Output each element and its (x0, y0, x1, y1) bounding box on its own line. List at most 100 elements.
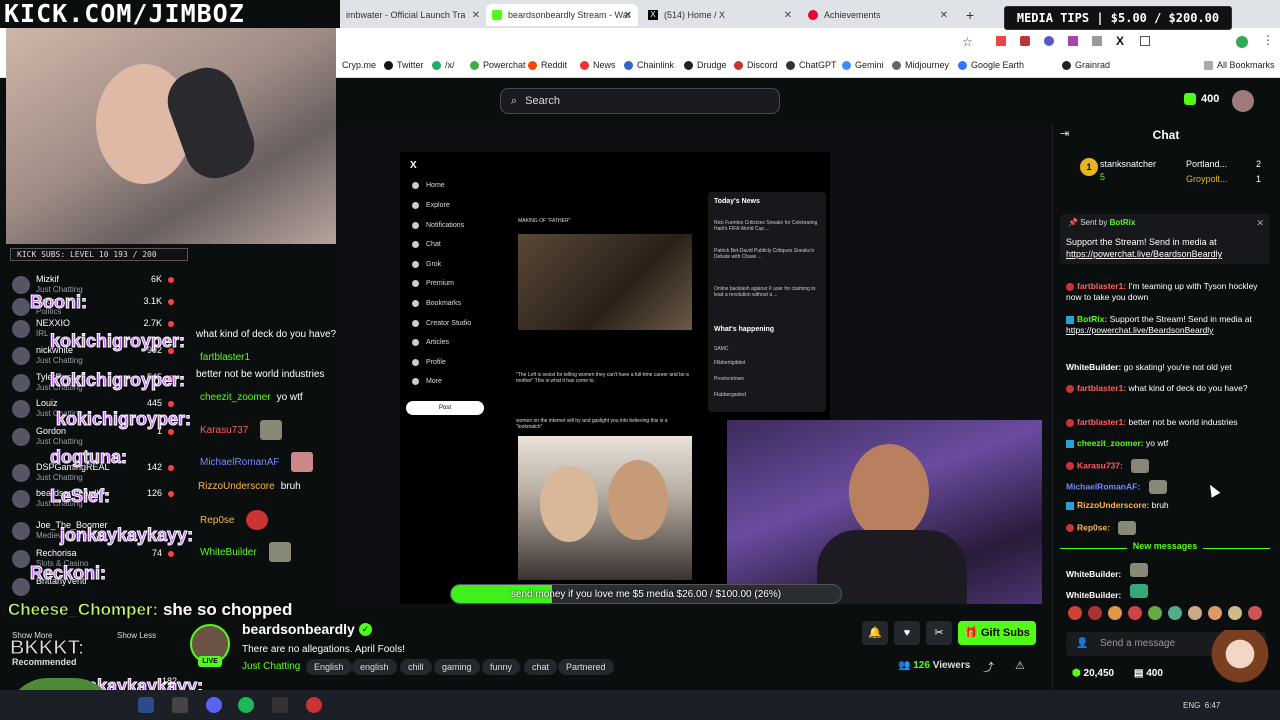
credits-badge[interactable]: 400 (1184, 93, 1219, 105)
channel-points[interactable]: ⬢ 20,450 (1072, 668, 1114, 679)
chat-username[interactable]: fartblaster1: (1077, 417, 1126, 427)
extension-icon[interactable] (1020, 36, 1030, 46)
chat-link[interactable]: https://powerchat.live/BeardsonBeardly (1066, 325, 1213, 335)
emote-icon[interactable] (1088, 606, 1102, 620)
bookmark[interactable]: Cryp.me (342, 60, 376, 70)
chat-username[interactable]: WhiteBuilder: (1066, 569, 1121, 579)
chat-username[interactable]: Rep0se: (1077, 522, 1110, 532)
emote-icon[interactable] (1248, 606, 1262, 620)
close-icon[interactable]: ✕ (624, 10, 632, 21)
clip-icon[interactable]: ✂ (926, 621, 952, 645)
tag[interactable]: English (306, 659, 352, 675)
all-bookmarks[interactable]: All Bookmarks (1204, 60, 1275, 70)
pinned-link[interactable]: https://powerchat.live/BeardsonBeardly (1066, 249, 1222, 259)
new-messages-label[interactable]: New messages (1060, 541, 1270, 551)
language-indicator[interactable]: ENG (1183, 701, 1200, 710)
clock[interactable]: 6:47 (1205, 701, 1221, 710)
tag[interactable]: chill (400, 659, 432, 675)
discord-icon[interactable] (206, 697, 222, 713)
news-panel: Today's News Nick Fuentes Criticizes Sne… (708, 192, 826, 412)
emote-icon[interactable] (1148, 606, 1162, 620)
bookmark[interactable]: Drudge (684, 60, 727, 70)
emote-icon[interactable] (1228, 606, 1242, 620)
bookmark[interactable]: Google Earth (958, 60, 1024, 70)
chat-username[interactable]: WhiteBuilder: (1066, 362, 1121, 372)
chat-text: go skating! you're not old yet (1123, 362, 1232, 372)
bookmark[interactable]: News (580, 60, 616, 70)
bookmark[interactable]: Powerchat (470, 60, 526, 70)
report-icon[interactable]: ⚠ (1015, 659, 1025, 672)
extension-icon[interactable] (1044, 36, 1054, 46)
bookmark[interactable]: Discord (734, 60, 778, 70)
chat-username[interactable]: cheezit_zoomer: (1077, 438, 1144, 448)
extension-icon[interactable] (1068, 36, 1078, 46)
obs-icon[interactable] (272, 697, 288, 713)
tag[interactable]: chat (524, 659, 558, 675)
browser-tab-active[interactable]: beardsonbeardly Stream - Wat ✕ (486, 4, 638, 26)
browser-tab[interactable]: X (514) Home / X ✕ (642, 4, 798, 26)
bookmark[interactable]: Gemini (842, 60, 884, 70)
credits-count[interactable]: ▤ 400 (1134, 668, 1163, 679)
chat-username[interactable]: Karasu737: (1077, 460, 1123, 470)
twitter-nav-item: Grok (412, 261, 441, 268)
star-icon[interactable]: ☆ (962, 35, 973, 49)
bookmark[interactable]: Midjourney (892, 60, 949, 70)
extension-icon[interactable] (1092, 36, 1102, 46)
show-less-link[interactable]: Show Less (117, 631, 156, 640)
live-dot-icon (168, 299, 174, 305)
bookmark[interactable]: Grainrad (1062, 60, 1110, 70)
emote-icon[interactable] (1208, 606, 1222, 620)
stream-category[interactable]: Just Chatting (242, 661, 300, 672)
tag[interactable]: Partnered (558, 659, 614, 675)
home-icon (412, 182, 419, 189)
app-icon[interactable] (172, 697, 188, 713)
bookmark[interactable]: ChatGPT (786, 60, 837, 70)
emote-icon[interactable] (1108, 606, 1122, 620)
heart-icon[interactable]: ♥ (894, 621, 920, 645)
profile-icon[interactable] (1236, 36, 1248, 48)
app-icon[interactable] (306, 697, 322, 713)
extension-icon[interactable] (996, 36, 1006, 46)
bell-icon[interactable]: 🔔 (862, 621, 888, 645)
browser-tab[interactable]: Achievements ✕ (802, 4, 954, 26)
close-icon[interactable]: ✕ (940, 10, 948, 21)
bookmark[interactable]: Reddit (528, 60, 567, 70)
user-avatar[interactable] (1232, 90, 1254, 112)
bookmark-label: Grainrad (1075, 60, 1111, 70)
emote-icon[interactable] (1188, 606, 1202, 620)
leaderboard-user: stanksnatcher (1100, 159, 1157, 169)
bookmark[interactable]: /x/ (432, 60, 455, 70)
gift-subs-button[interactable]: 🎁 Gift Subs (958, 621, 1036, 645)
tag[interactable]: english (352, 659, 397, 675)
emote-icon[interactable] (1068, 606, 1082, 620)
spotify-icon[interactable] (238, 697, 254, 713)
channel-name[interactable]: beardsonbeardly (242, 621, 355, 637)
close-icon[interactable]: ✕ (472, 10, 480, 21)
share-icon[interactable]: ⤴ (983, 659, 994, 675)
tag[interactable]: gaming (434, 659, 480, 675)
close-icon[interactable]: ✕ (784, 10, 792, 21)
chat-username[interactable]: fartblaster1: (1077, 281, 1126, 291)
chat-username[interactable]: WhiteBuilder: (1066, 590, 1121, 600)
tag[interactable]: funny (482, 659, 521, 675)
twitter-nav-item: Home (412, 182, 445, 189)
x-icon[interactable]: X (1116, 34, 1124, 48)
bookmark[interactable]: Chainlink (624, 60, 674, 70)
extensions-icon[interactable] (1140, 36, 1150, 46)
bookmark[interactable]: Twitter (384, 60, 424, 70)
badge-icon (1066, 384, 1074, 393)
search-input[interactable]: ⌕ Search (500, 88, 780, 114)
unpin-icon[interactable]: ✕ (1256, 218, 1264, 229)
browser-tab[interactable]: imbwater - Official Launch Tra ✕ (340, 4, 486, 26)
channel-avatar (12, 276, 30, 294)
chat-username[interactable]: BotRix: (1077, 314, 1107, 324)
emote-icon[interactable] (1128, 606, 1142, 620)
menu-icon[interactable]: ⋮ (1262, 33, 1274, 47)
emote-icon[interactable] (1168, 606, 1182, 620)
chat-username[interactable]: fartblaster1: (1077, 383, 1126, 393)
new-tab-button[interactable]: + (960, 4, 980, 26)
chat-username[interactable]: RizzoUnderscore: (1077, 500, 1149, 510)
bookmark-label: Reddit (541, 60, 568, 70)
chat-username[interactable]: MichaelRomanAF: (1066, 481, 1140, 491)
steam-icon[interactable] (138, 697, 154, 713)
